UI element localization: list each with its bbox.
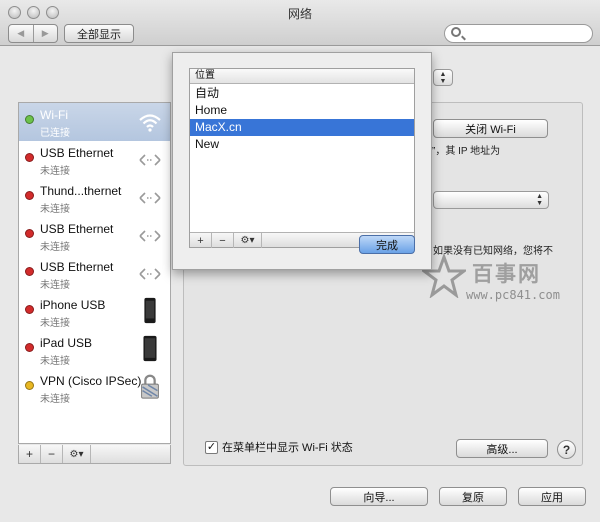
- status-dot: [25, 191, 34, 200]
- location-item[interactable]: 自动: [190, 85, 414, 102]
- forward-button[interactable]: ▶: [34, 25, 58, 42]
- location-item[interactable]: New: [190, 136, 414, 153]
- service-item-wifi[interactable]: Wi-Fi 已连接: [19, 103, 170, 141]
- service-name: VPN (Cisco IPSec): [40, 374, 142, 388]
- iphone-icon: [144, 297, 156, 324]
- service-actions-menu[interactable]: ⚙▾: [63, 445, 91, 463]
- service-item-usb-ethernet-3[interactable]: USB Ethernet 未连接: [19, 255, 170, 293]
- ethernet-icon: [139, 154, 161, 166]
- service-item-usb-ethernet[interactable]: USB Ethernet 未连接: [19, 141, 170, 179]
- apply-button[interactable]: 应用: [518, 487, 586, 506]
- network-name-popup[interactable]: ▲ ▼: [433, 191, 549, 209]
- service-status: 已连接: [40, 128, 70, 139]
- back-forward-control: ◀ ▶: [8, 24, 58, 43]
- status-dot: [25, 229, 34, 238]
- service-name: iPhone USB: [40, 298, 106, 312]
- status-dot: [25, 343, 34, 352]
- service-name: Thund...thernet: [40, 184, 122, 198]
- remove-service-button[interactable]: −: [41, 445, 63, 463]
- service-status: 未连接: [40, 280, 70, 291]
- checkmark-icon: ✓: [205, 440, 218, 454]
- service-name: iPad USB: [40, 336, 93, 350]
- watermark-title: 百事网: [472, 263, 541, 286]
- ethernet-icon: [139, 268, 161, 280]
- service-status: 未连接: [40, 204, 70, 215]
- locations-list: 位置 自动 Home MacX.cn New + − ⚙▾: [189, 68, 415, 248]
- location-item-selected[interactable]: MacX.cn: [190, 119, 414, 136]
- back-button[interactable]: ◀: [9, 25, 34, 42]
- location-item[interactable]: Home: [190, 102, 414, 119]
- service-list-toolbar: + − ⚙▾: [18, 445, 171, 464]
- locations-column-header: 位置: [190, 69, 414, 84]
- add-location-button[interactable]: +: [190, 233, 212, 248]
- service-name: USB Ethernet: [40, 222, 114, 236]
- gear-icon: ⚙▾: [240, 235, 255, 246]
- status-dot: [25, 381, 34, 390]
- watermark-url: www.pc841.com: [466, 288, 560, 302]
- service-status: 未连接: [40, 394, 70, 405]
- service-status: 未连接: [40, 242, 70, 253]
- wifi-icon: [139, 114, 161, 132]
- service-name: USB Ethernet: [40, 146, 114, 160]
- show-wifi-status-checkbox[interactable]: ✓ 在菜单栏中显示 Wi-Fi 状态: [205, 439, 353, 455]
- watermark: 百事网 www.pc841.com: [420, 254, 590, 304]
- window-title: 网络: [287, 7, 312, 21]
- turn-off-wifi-button[interactable]: 关闭 Wi-Fi: [433, 119, 548, 138]
- add-service-button[interactable]: +: [19, 445, 41, 463]
- service-name: USB Ethernet: [40, 260, 114, 274]
- show-wifi-status-label: 在菜单栏中显示 Wi-Fi 状态: [222, 442, 353, 454]
- location-actions-menu[interactable]: ⚙▾: [234, 233, 262, 248]
- search-icon: [451, 27, 461, 37]
- ip-address-text: ”，其 IP 地址为: [432, 146, 501, 157]
- help-button[interactable]: ?: [557, 440, 576, 459]
- status-dot: [25, 115, 34, 124]
- revert-button[interactable]: 复原: [439, 487, 507, 506]
- status-dot: [25, 305, 34, 314]
- service-status: 未连接: [40, 356, 70, 367]
- service-status: 未连接: [40, 166, 70, 177]
- status-dot: [25, 153, 34, 162]
- ethernet-icon: [139, 230, 161, 242]
- assist-me-button[interactable]: 向导...: [330, 487, 428, 506]
- remove-location-button[interactable]: −: [212, 233, 234, 248]
- ethernet-icon: [139, 192, 161, 204]
- service-list: Wi-Fi 已连接 USB Ethernet 未连接 Thund...thern…: [18, 102, 171, 444]
- title-bar: 网络 ◀ ▶ 全部显示: [0, 0, 600, 46]
- service-item-thunderbolt-ethernet[interactable]: Thund...thernet 未连接: [19, 179, 170, 217]
- gear-icon: ⚙▾: [69, 448, 84, 460]
- location-popup[interactable]: ▲ ▼: [433, 69, 453, 86]
- service-item-ipad-usb[interactable]: iPad USB 未连接: [19, 331, 170, 369]
- done-button[interactable]: 完成: [359, 235, 415, 254]
- edit-locations-sheet: 位置 自动 Home MacX.cn New + − ⚙▾ 完成: [172, 52, 432, 270]
- service-item-iphone-usb[interactable]: iPhone USB 未连接: [19, 293, 170, 331]
- ipad-icon: [143, 335, 157, 362]
- search-input[interactable]: [444, 24, 593, 43]
- status-dot: [25, 267, 34, 276]
- service-name: Wi-Fi: [40, 108, 68, 122]
- advanced-button[interactable]: 高级...: [456, 439, 548, 458]
- service-item-usb-ethernet-2[interactable]: USB Ethernet 未连接: [19, 217, 170, 255]
- service-item-vpn[interactable]: VPN (Cisco IPSec) 未连接: [19, 369, 170, 407]
- service-status: 未连接: [40, 318, 70, 329]
- show-all-button[interactable]: 全部显示: [64, 24, 134, 43]
- lock-icon: [141, 374, 159, 399]
